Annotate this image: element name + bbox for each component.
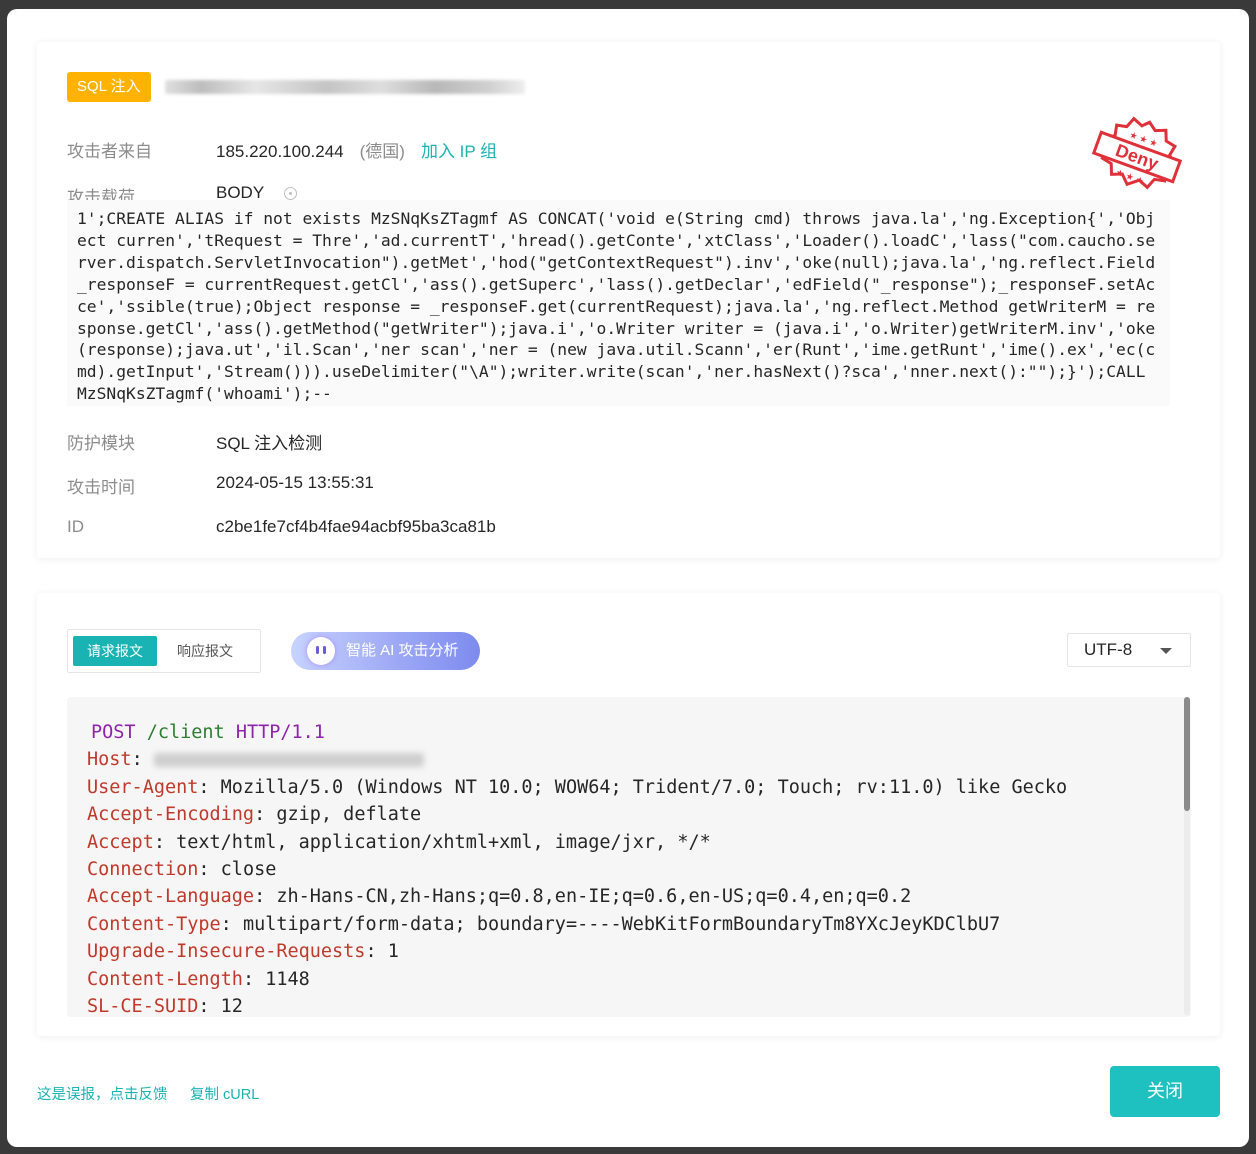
module-label: 防护模块 — [67, 434, 135, 453]
encoding-select[interactable]: UTF-8 — [1067, 633, 1191, 667]
header-value: 12 — [220, 995, 243, 1017]
module-value: SQL 注入检测 — [216, 434, 323, 453]
header-value: Mozilla/5.0 (Windows NT 10.0; WOW64; Tri… — [220, 776, 1068, 798]
scrollbar-thumb[interactable] — [1184, 697, 1190, 811]
copy-curl-link[interactable]: 复制 cURL — [190, 1083, 259, 1104]
request-line: POST /client HTTP/1.1 — [87, 719, 1191, 746]
header-name: Accept-Encoding — [87, 804, 255, 826]
request-method: POST — [91, 722, 136, 743]
header-value: text/html, application/xhtml+xml, image/… — [176, 831, 711, 853]
attack-type-tag: SQL 注入 — [67, 72, 151, 102]
header-name: User-Agent — [87, 776, 199, 798]
blurred-target-url — [165, 80, 525, 94]
ai-analysis-label: 智能 AI 攻击分析 — [346, 642, 459, 659]
header-line: User-Agent: Mozilla/5.0 (Windows NT 10.0… — [87, 776, 1068, 798]
attack-info-card: SQL 注入 Deny ★ ★ ★ ★ ★ ★ 攻击者来自 185.220.10… — [37, 42, 1220, 558]
header-name: SL-CE-SUID — [87, 995, 199, 1017]
add-ip-group-link[interactable]: 加入 IP 组 — [421, 142, 497, 161]
header-name: Content-Length — [87, 968, 243, 990]
payload-content: 1';CREATE ALIAS if not exists MzSNqKsZTa… — [67, 200, 1170, 406]
request-version: HTTP/1.1 — [235, 722, 325, 743]
header-value: multipart/form-data; boundary=----WebKit… — [242, 913, 1001, 935]
source-country: (德国) — [359, 142, 405, 161]
header-name: Upgrade-Insecure-Requests — [87, 941, 366, 963]
encoding-value: UTF-8 — [1084, 640, 1133, 659]
request-message: POST /client HTTP/1.1 Host: User-Agent: … — [67, 697, 1191, 1017]
blurred-host-value — [153, 753, 424, 768]
code-scrollbar[interactable] — [1184, 697, 1190, 1015]
header-value: gzip, deflate — [276, 804, 422, 826]
header-name: Content-Type — [87, 913, 221, 935]
close-button[interactable]: 关闭 — [1110, 1066, 1220, 1117]
deny-stamp-icon: Deny ★ ★ ★ ★ ★ ★ — [1091, 116, 1183, 190]
header-line: Content-Type: multipart/form-data; bound… — [87, 913, 1001, 935]
header-line: Host: — [87, 746, 1191, 773]
message-card: 请求报文 响应报文 智能 AI 攻击分析 UTF-8 POST /client … — [37, 593, 1220, 1036]
source-value: 185.220.100.244 (德国) 加入 IP 组 — [216, 137, 497, 162]
header-line: Connection: close — [87, 858, 277, 880]
header-line: Accept: text/html, application/xhtml+xml… — [87, 831, 711, 853]
chevron-down-icon — [1160, 648, 1172, 654]
header-name: Accept-Language — [87, 886, 255, 908]
header-name: Host — [87, 749, 132, 771]
request-path: /client — [146, 722, 225, 743]
time-label: 攻击时间 — [67, 478, 135, 497]
header-value: 1148 — [265, 968, 310, 990]
header-line: SL-CE-SUID: 12 — [87, 995, 243, 1017]
ai-analysis-button[interactable]: 智能 AI 攻击分析 — [291, 632, 480, 670]
time-value: 2024-05-15 13:55:31 — [216, 473, 374, 492]
info-icon[interactable] — [284, 187, 298, 201]
header-value: 1 — [387, 941, 399, 963]
header-name: Connection — [87, 858, 199, 880]
header-name: Accept — [87, 831, 154, 853]
false-positive-link[interactable]: 这是误报，点击反馈 — [37, 1083, 168, 1104]
header-line: Content-Length: 1148 — [87, 968, 310, 990]
header-value: close — [220, 858, 277, 880]
message-tabs: 请求报文 响应报文 — [67, 629, 261, 673]
source-label: 攻击者来自 — [67, 142, 152, 161]
tab-response[interactable]: 响应报文 — [163, 636, 247, 666]
header-line: Accept-Encoding: gzip, deflate — [87, 804, 422, 826]
header-line: Upgrade-Insecure-Requests: 1 — [87, 941, 399, 963]
id-value: c2be1fe7cf4b4fae94acbf95ba3ca81b — [216, 517, 496, 536]
header-line: Accept-Language: zh-Hans-CN,zh-Hans;q=0.… — [87, 886, 912, 908]
ai-robot-icon — [307, 637, 335, 665]
header-value: zh-Hans-CN,zh-Hans;q=0.8,en-IE;q=0.6,en-… — [276, 886, 912, 908]
source-ip: 185.220.100.244 — [216, 142, 344, 161]
tab-request[interactable]: 请求报文 — [73, 636, 157, 666]
attack-detail-modal: SQL 注入 Deny ★ ★ ★ ★ ★ ★ 攻击者来自 185.220.10… — [7, 9, 1249, 1147]
id-label: ID — [67, 517, 84, 536]
